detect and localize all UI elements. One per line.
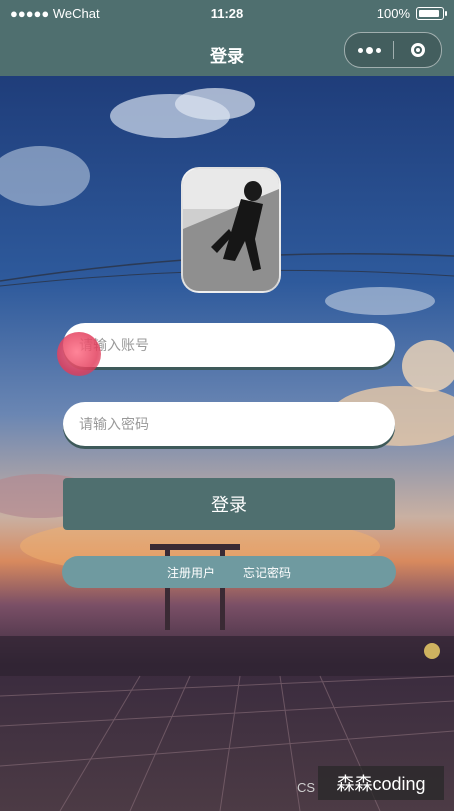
account-links-bar: 注册用户 忘记密码	[62, 556, 396, 588]
watermark-prefix: CS	[297, 780, 316, 795]
nav-bar: 登录	[0, 28, 454, 76]
touch-indicator	[57, 332, 101, 376]
target-circle-icon	[410, 43, 425, 57]
more-button[interactable]	[345, 33, 393, 67]
watermark: 森森coding	[318, 766, 444, 800]
login-button[interactable]: 登录	[63, 478, 395, 530]
battery-status: 100%	[376, 6, 447, 21]
more-dot-right	[375, 47, 381, 53]
status-bar: ●●●●● WeChat 11:28 100%	[0, 0, 454, 28]
password-input[interactable]	[63, 415, 395, 433]
more-dots-icon	[357, 47, 363, 53]
battery-percent: 100%	[376, 6, 410, 21]
avatar	[181, 167, 281, 293]
avatar-photo	[183, 169, 279, 291]
forgot-password-link[interactable]: 忘记密码	[243, 564, 291, 581]
battery-icon	[416, 7, 447, 20]
account-input[interactable]	[63, 336, 395, 354]
password-field[interactable]	[63, 402, 395, 446]
register-link[interactable]: 注册用户	[167, 564, 215, 581]
close-button[interactable]	[394, 33, 441, 67]
mini-program-capsule	[344, 32, 442, 68]
account-field[interactable]	[63, 323, 395, 367]
more-dot-center	[365, 46, 373, 54]
